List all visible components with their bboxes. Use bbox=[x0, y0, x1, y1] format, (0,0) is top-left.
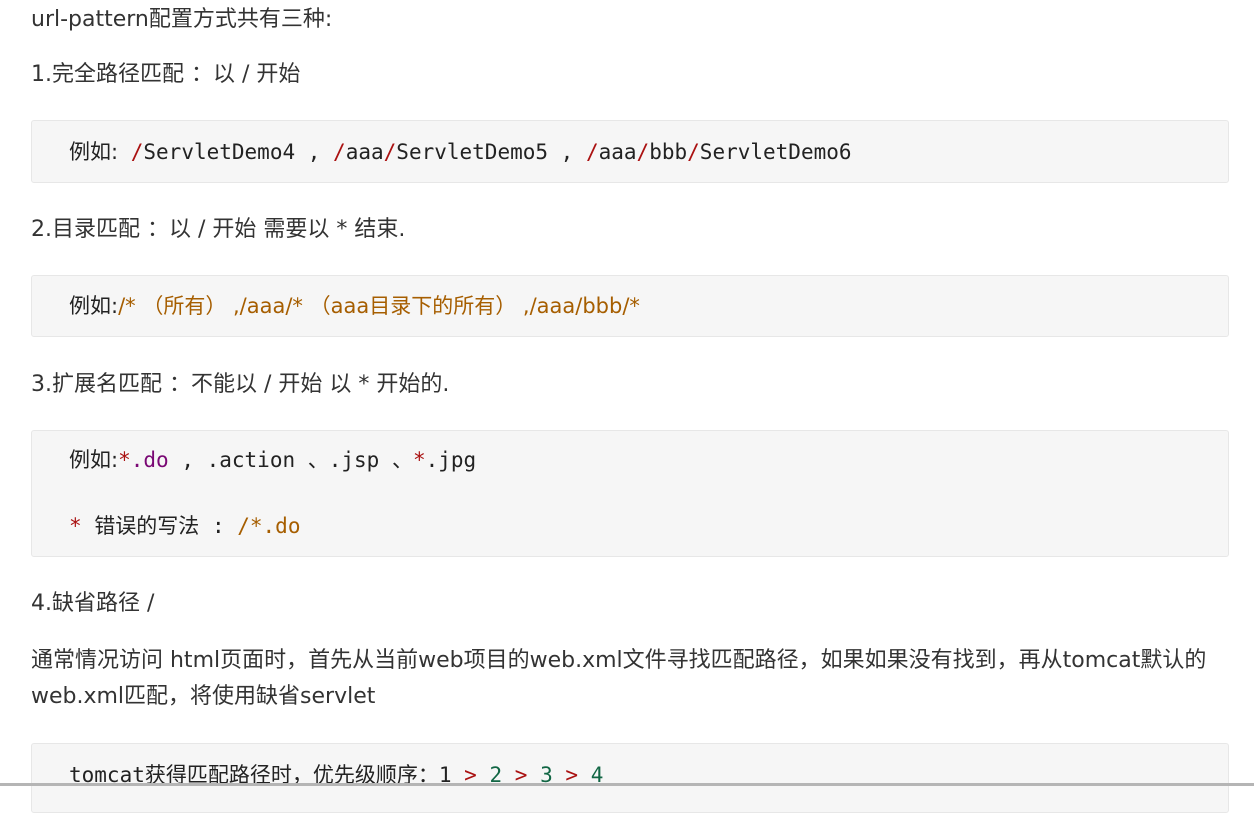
code-line: 例如: /ServletDemo4 , /aaa/ServletDemo5 , … bbox=[69, 137, 852, 167]
code-operator: * bbox=[412, 448, 426, 472]
code-line: 例如:/* （所有） ,/aaa/* （aaa目录下的所有） ,/aaa/bbb… bbox=[69, 291, 640, 321]
code-block-4: tomcat获得匹配路径时，优先级顺序：1 > 2 > 3 > 4 bbox=[31, 743, 1229, 813]
section-4-heading: 4.缺省路径 / bbox=[31, 591, 155, 616]
code-plain: , .action 、.jsp 、 bbox=[168, 448, 413, 472]
code-path-segment: aaa bbox=[598, 140, 637, 164]
code-plain: .jpg bbox=[425, 448, 477, 472]
code-operator: * bbox=[118, 448, 131, 472]
code-block-1: 例如: /ServletDemo4 , /aaa/ServletDemo5 , … bbox=[31, 120, 1229, 183]
code-keyword: .do bbox=[130, 448, 169, 472]
code-slash: / bbox=[585, 140, 599, 164]
section-1-heading: 1.完全路径匹配 ：以 / 开始 bbox=[31, 62, 301, 87]
code-string: /* （所有） ,/aaa/* （aaa目录下的所有） ,/aaa/bbb/* bbox=[118, 294, 640, 318]
code-block-2: 例如:/* （所有） ,/aaa/* （aaa目录下的所有） ,/aaa/bbb… bbox=[31, 275, 1229, 337]
code-path-segment: ServletDemo6 bbox=[699, 140, 852, 164]
code-slash: / bbox=[333, 140, 346, 164]
code-string: /*.do bbox=[237, 514, 301, 538]
code-label: 例如: bbox=[69, 140, 119, 164]
section-3-heading: 3.扩展名匹配 ：不能以 / 开始 以 * 开始的. bbox=[31, 372, 450, 397]
code-slash: / bbox=[130, 140, 144, 164]
code-slash: / bbox=[383, 140, 397, 164]
code-path-segment: ServletDemo5 bbox=[396, 140, 549, 164]
code-plain: : bbox=[199, 514, 238, 538]
code-separator: , bbox=[295, 140, 334, 164]
section-2-heading: 2.目录匹配 ：以 / 开始 需要以 * 结束. bbox=[31, 217, 406, 242]
code-label: 例如: bbox=[69, 448, 119, 472]
code-path-segment: aaa bbox=[345, 140, 384, 164]
code-separator: , bbox=[548, 140, 586, 164]
code-line: * 错误的写法 : /*.do bbox=[69, 511, 300, 541]
code-comment: 错误的写法 bbox=[94, 514, 200, 538]
code-slash: / bbox=[636, 140, 650, 164]
code-line: 例如:*.do , .action 、.jsp 、*.jpg bbox=[69, 445, 476, 475]
intro-text: url-pattern配置方式共有三种: bbox=[31, 7, 333, 32]
code-path-segment: bbb bbox=[649, 140, 688, 164]
code-block-3: 例如:*.do , .action 、.jsp 、*.jpg * 错误的写法 :… bbox=[31, 430, 1229, 557]
code-label: 例如: bbox=[69, 294, 119, 318]
section-4-paragraph: 通常情况访问 html页面时，首先从当前web项目的web.xml文件寻找匹配路… bbox=[31, 648, 1207, 709]
code-operator: * bbox=[69, 514, 82, 538]
code-slash: / bbox=[687, 140, 700, 164]
code-path-segment: ServletDemo4 bbox=[143, 140, 296, 164]
